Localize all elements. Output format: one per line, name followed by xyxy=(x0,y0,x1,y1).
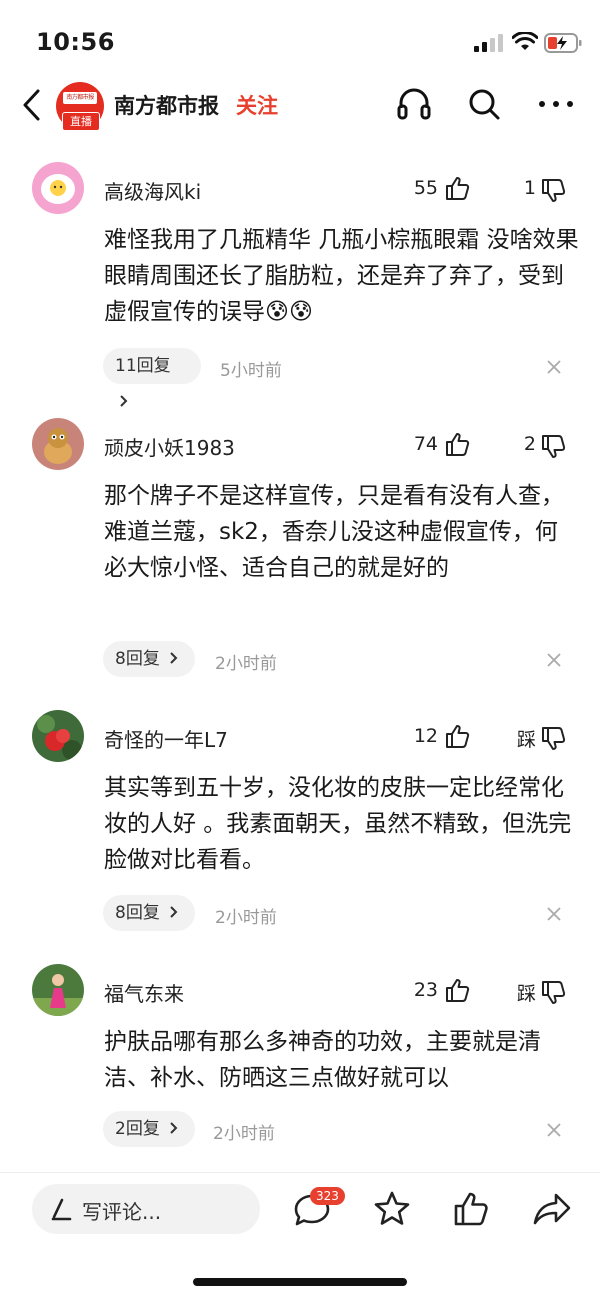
close-icon[interactable] xyxy=(546,652,562,668)
like-count: 74 xyxy=(413,433,438,455)
home-indicator xyxy=(193,1278,407,1286)
more-icon[interactable] xyxy=(538,96,574,112)
comment-time: 2小时前 xyxy=(215,908,277,928)
reply-button[interactable]: 2回复 xyxy=(103,1111,195,1147)
comment-time: 5小时前 xyxy=(220,361,282,381)
thumbs-down-icon[interactable] xyxy=(540,726,566,752)
chevron-right-icon xyxy=(170,652,178,664)
comment-count-badge: 323 xyxy=(310,1187,345,1205)
reply-button[interactable]: 8回复 xyxy=(103,641,195,677)
dislike-label: 踩 xyxy=(516,983,536,1005)
comment-username[interactable]: 奇怪的一年L7 xyxy=(104,724,228,753)
bottom-divider xyxy=(0,1172,600,1173)
comment-text: 难怪我用了几瓶精华 几瓶小棕瓶眼霜 没啥效果 眼睛周围还长了脂肪粒，还是弃了弃了… xyxy=(104,227,579,325)
person-avatar-icon xyxy=(32,974,84,1016)
follow-button[interactable]: 关注 xyxy=(236,90,278,120)
comment-text: 其实等到五十岁，没化妆的皮肤一定比经常化妆的人好 。我素面朝天，虽然不精致，但洗… xyxy=(104,775,572,873)
user-avatar[interactable] xyxy=(32,964,84,1016)
user-avatar[interactable] xyxy=(32,162,84,214)
wifi-icon xyxy=(512,32,538,50)
close-icon[interactable] xyxy=(546,359,562,375)
comment-username[interactable]: 福气东来 xyxy=(104,978,184,1007)
logo-text: 南方都市报 xyxy=(66,94,94,101)
flower-avatar-icon xyxy=(37,715,82,760)
comment-time: 2小时前 xyxy=(213,1124,275,1144)
like-count: 55 xyxy=(413,177,438,199)
status-time: 10:56 xyxy=(36,28,115,56)
dislike-count: 2 xyxy=(523,433,536,455)
reply-count: 11回复 xyxy=(115,356,171,376)
thumbs-down-icon[interactable] xyxy=(540,178,566,204)
thumbs-up-icon[interactable] xyxy=(444,723,470,749)
character-avatar-icon xyxy=(44,428,72,464)
egg-avatar-icon xyxy=(41,174,75,204)
close-icon[interactable] xyxy=(546,906,562,922)
comment-username[interactable]: 高级海风ki xyxy=(104,176,201,205)
live-badge: 直播 xyxy=(62,112,100,131)
user-avatar[interactable] xyxy=(32,418,84,470)
write-comment-placeholder[interactable]: 写评论... xyxy=(82,1196,161,1225)
search-icon[interactable] xyxy=(466,86,502,122)
share-icon[interactable] xyxy=(532,1190,572,1228)
thumbs-up-icon[interactable] xyxy=(444,977,470,1003)
reply-count: 8回复 xyxy=(115,903,160,923)
chevron-right-icon xyxy=(120,395,128,407)
thumbs-up-icon[interactable] xyxy=(444,175,470,201)
user-avatar[interactable] xyxy=(32,710,84,762)
like-count: 12 xyxy=(413,725,438,747)
cellular-signal-icon xyxy=(474,34,503,52)
close-icon[interactable] xyxy=(546,1122,562,1138)
comment-text: 那个牌子不是这样宣传，只是看有没有人查，难道兰蔻，sk2，香奈儿没这种虚假宣传，… xyxy=(104,483,564,581)
back-arrow-icon[interactable] xyxy=(20,88,46,122)
like-count: 23 xyxy=(413,979,438,1001)
comment-text: 护肤品哪有那么多神奇的功效，主要就是清洁、补水、防晒这三点做好就可以 xyxy=(104,1029,541,1091)
reply-button[interactable]: 11回复 xyxy=(103,348,201,407)
thumbs-up-icon[interactable] xyxy=(444,431,470,457)
thumbs-down-icon[interactable] xyxy=(540,980,566,1006)
comment-username[interactable]: 顽皮小妖1983 xyxy=(104,432,235,461)
reply-button[interactable]: 8回复 xyxy=(103,895,195,931)
star-icon[interactable] xyxy=(373,1190,411,1228)
reply-count: 8回复 xyxy=(115,649,160,669)
comment-time: 2小时前 xyxy=(215,654,277,674)
battery-charging-icon xyxy=(544,33,582,53)
thumbs-down-icon[interactable] xyxy=(540,434,566,460)
reply-count: 2回复 xyxy=(115,1119,160,1139)
dislike-count: 1 xyxy=(523,177,536,199)
source-name[interactable]: 南方都市报 xyxy=(114,90,219,120)
headphone-icon[interactable] xyxy=(396,86,432,122)
pen-icon xyxy=(51,1198,72,1221)
chevron-right-icon xyxy=(170,906,178,918)
thumbs-up-icon[interactable] xyxy=(452,1190,490,1228)
chevron-right-icon xyxy=(170,1122,178,1134)
dislike-label: 踩 xyxy=(516,729,536,751)
